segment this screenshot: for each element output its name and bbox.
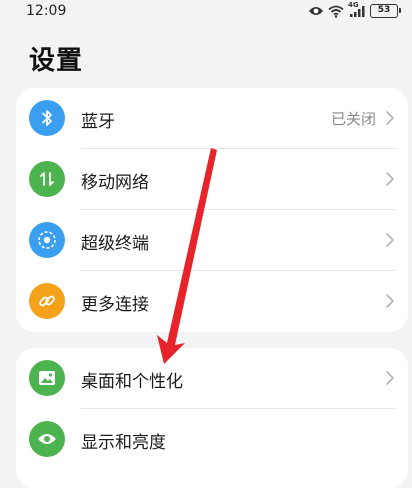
wifi-icon — [328, 5, 344, 18]
mobile-data-icon — [29, 161, 65, 197]
page-title: 设置 — [29, 46, 84, 76]
super-device-icon — [29, 222, 65, 258]
bluetooth-status: 已关闭 — [330, 110, 376, 128]
eye-comfort-icon — [308, 5, 324, 17]
settings-item-bluetooth[interactable]: 蓝牙 已关闭 — [16, 88, 408, 149]
settings-item-display-brightness[interactable]: 显示和亮度 — [16, 409, 408, 470]
link-icon — [29, 283, 65, 319]
settings-item-home-screen-personalization[interactable]: 桌面和个性化 — [16, 348, 408, 409]
settings-item-more-connections[interactable]: 更多连接 — [16, 271, 408, 332]
display-brightness-label: 显示和亮度 — [81, 433, 166, 453]
battery-indicator: 53 — [370, 4, 401, 18]
chevron-right-icon — [386, 232, 394, 251]
super-device-label: 超级终端 — [81, 234, 149, 254]
settings-group-connectivity: 蓝牙 已关闭 移动网络 超级终端 更多连接 — [16, 88, 408, 332]
settings-group-display: 桌面和个性化 显示和亮度 — [16, 348, 408, 488]
chevron-right-icon — [386, 293, 394, 312]
status-icons: 4G 53 — [308, 1, 401, 19]
settings-item-super-device[interactable]: 超级终端 — [16, 210, 408, 271]
more-connections-label: 更多连接 — [81, 295, 149, 315]
status-bar: 12:09 4G 53 — [0, 0, 412, 24]
eye-icon — [29, 421, 65, 457]
cellular-signal-icon: 4G — [348, 1, 366, 18]
home-screen-label: 桌面和个性化 — [81, 372, 183, 392]
settings-item-mobile-network[interactable]: 移动网络 — [16, 149, 408, 210]
wallpaper-icon — [29, 360, 65, 396]
bluetooth-icon — [29, 100, 65, 136]
chevron-right-icon — [386, 171, 394, 190]
mobile-network-label: 移动网络 — [81, 173, 149, 193]
chevron-right-icon — [386, 370, 394, 389]
status-time: 12:09 — [26, 3, 67, 19]
chevron-right-icon — [386, 110, 394, 129]
bluetooth-label: 蓝牙 — [81, 112, 115, 132]
